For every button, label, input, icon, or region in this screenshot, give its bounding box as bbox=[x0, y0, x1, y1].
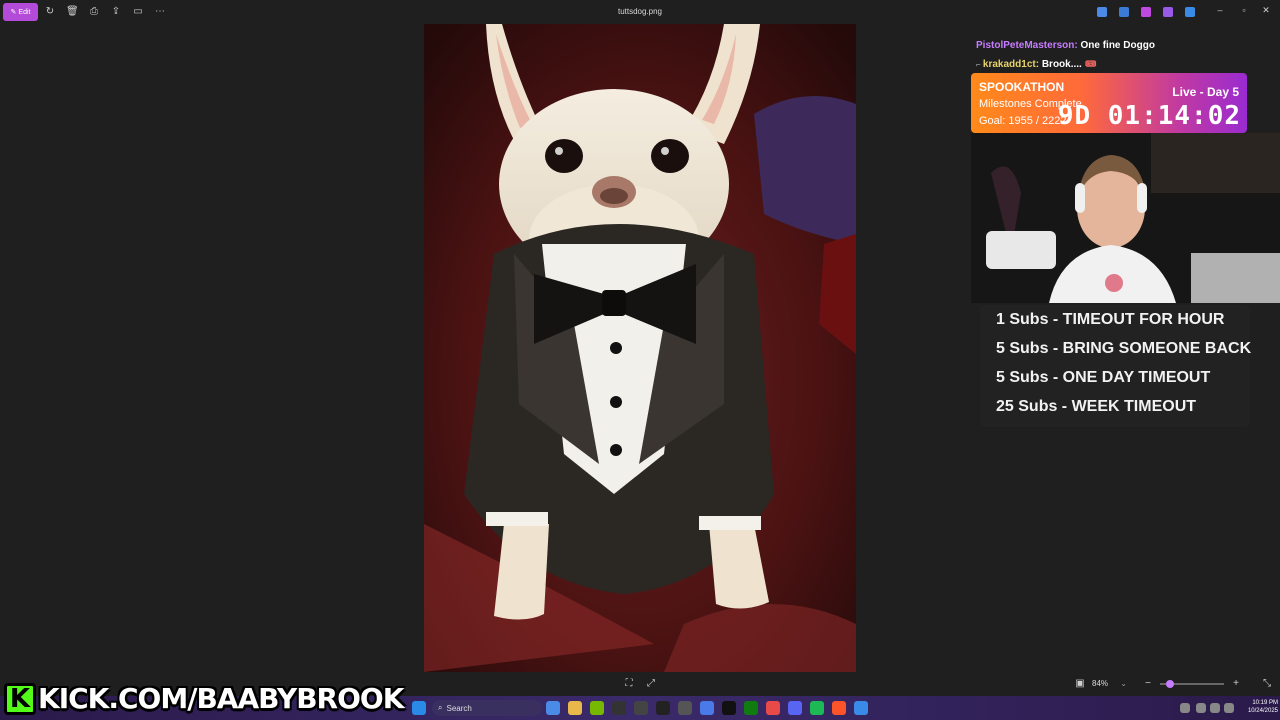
clipchamp-icon[interactable] bbox=[1163, 7, 1173, 17]
chat-username: krakadd1ct: bbox=[982, 59, 1040, 70]
banner-timer: 9D 01:14:02 bbox=[1057, 101, 1241, 131]
rotate-icon[interactable]: ↻ bbox=[44, 6, 56, 18]
banner-goal: Goal: 1955 / 2222 bbox=[979, 115, 1067, 127]
delete-icon[interactable]: 🗑 bbox=[66, 6, 79, 18]
epic-games-icon[interactable] bbox=[722, 701, 736, 715]
maximize-icon[interactable]: ▫ bbox=[1237, 5, 1251, 15]
webcam-feed bbox=[971, 133, 1280, 303]
share-icon[interactable]: ⇪ bbox=[110, 6, 122, 18]
edit-button[interactable]: ✎ Edit bbox=[3, 3, 38, 21]
edit-label: Edit bbox=[18, 8, 31, 16]
effects-icon[interactable] bbox=[1141, 7, 1151, 17]
steam-icon[interactable] bbox=[678, 701, 692, 715]
chat-text: Brook.... 🎟️ bbox=[1041, 59, 1098, 70]
obs-icon[interactable] bbox=[634, 701, 648, 715]
spookathon-banner: SPOOKATHON Milestones Complete Goal: 195… bbox=[971, 73, 1247, 133]
more-options-icon[interactable]: ⋯ bbox=[154, 6, 166, 18]
banner-live-day: Live - Day 5 bbox=[1172, 85, 1239, 99]
sub-goal-item: 25 Subs - WEEK TIMEOUT bbox=[996, 398, 1197, 415]
search-icon: ⌕ bbox=[438, 703, 443, 712]
search-placeholder: Search bbox=[446, 703, 472, 713]
zoom-level[interactable]: 84% ⌄ bbox=[1092, 679, 1132, 691]
sub-goal-item: 5 Subs - ONE DAY TIMEOUT bbox=[996, 369, 1211, 386]
brave-icon[interactable] bbox=[832, 701, 846, 715]
zoom-slider-handle[interactable] bbox=[1166, 680, 1174, 688]
zoom-out-icon[interactable]: − bbox=[1142, 678, 1154, 690]
minimize-icon[interactable]: – bbox=[1213, 5, 1227, 15]
spotify-icon[interactable] bbox=[810, 701, 824, 715]
zoom-in-icon[interactable]: + bbox=[1230, 678, 1242, 690]
volume-icon[interactable] bbox=[1224, 703, 1234, 713]
chat-username: PistolPeteMasterson: bbox=[976, 40, 1078, 51]
actual-size-icon[interactable]: ▣ bbox=[1074, 678, 1086, 690]
reply-icon: ⌐ bbox=[976, 60, 983, 69]
sub-goal-item: 1 Subs - TIMEOUT FOR HOUR bbox=[996, 311, 1225, 328]
sub-goals-panel: 1 Subs - TIMEOUT FOR HOUR 5 Subs - BRING… bbox=[980, 305, 1252, 427]
kick-channel-url: KICK.COM/BAABYBROOK bbox=[38, 682, 404, 715]
app-icon[interactable] bbox=[612, 701, 626, 715]
file-explorer-icon[interactable] bbox=[568, 701, 582, 715]
taskbar-search[interactable]: ⌕ Search bbox=[432, 700, 542, 716]
fit-to-window-icon[interactable]: ⛶ bbox=[623, 678, 635, 690]
banner-title: SPOOKATHON bbox=[979, 80, 1065, 94]
chat-text: One fine Doggo bbox=[1080, 40, 1155, 51]
expand-icon[interactable]: ⤡ bbox=[1261, 678, 1273, 690]
print-icon[interactable]: ⎙ bbox=[88, 6, 100, 18]
edit-image-icon[interactable] bbox=[1119, 7, 1129, 17]
close-icon[interactable]: ✕ bbox=[1259, 5, 1273, 16]
chrome-icon[interactable] bbox=[766, 701, 780, 715]
windows-start-icon[interactable] bbox=[412, 701, 426, 715]
sub-goal-item: 5 Subs - BRING SOMEONE BACK bbox=[996, 340, 1252, 357]
fullscreen-icon[interactable]: ⤢ bbox=[645, 678, 657, 690]
file-name: tuttsdog.png bbox=[617, 7, 663, 16]
chevron-down-icon: ⌄ bbox=[1120, 679, 1127, 688]
taskbar-clock[interactable]: 10:19 PM 10/24/2025 bbox=[1238, 699, 1278, 715]
dog-tuxedo-photo bbox=[424, 24, 856, 672]
kick-logo-icon: K bbox=[4, 683, 36, 715]
task-view-icon[interactable] bbox=[546, 701, 560, 715]
chat-message: PistolPeteMasterson: One fine Doggo bbox=[976, 40, 1155, 51]
zoom-value: 84% bbox=[1092, 679, 1109, 688]
clock-time: 10:19 PM bbox=[1252, 700, 1278, 706]
nvidia-icon[interactable] bbox=[590, 701, 604, 715]
chat-message: ⌐ krakadd1ct: Brook.... 🎟️ bbox=[976, 59, 1097, 70]
edit-icon: ✎ bbox=[10, 9, 17, 16]
app-icon[interactable] bbox=[656, 701, 670, 715]
photos-app-window: ✎ Edit ↻ 🗑 ⎙ ⇪ ▭ ⋯ tuttsdog.png – ▫ ✕ Pi… bbox=[0, 0, 1280, 720]
network-icon[interactable] bbox=[1210, 703, 1220, 713]
top-toolbar: ✎ Edit ↻ 🗑 ⎙ ⇪ ▭ ⋯ tuttsdog.png – ▫ ✕ bbox=[0, 0, 1280, 24]
onedrive-icon[interactable] bbox=[1185, 7, 1195, 17]
app-icon[interactable] bbox=[700, 701, 714, 715]
discord-icon[interactable] bbox=[788, 701, 802, 715]
system-tray-icon[interactable] bbox=[1180, 703, 1190, 713]
photos-icon[interactable] bbox=[854, 701, 868, 715]
slideshow-icon[interactable]: ▭ bbox=[132, 6, 144, 18]
copilot-icon[interactable] bbox=[1097, 7, 1107, 17]
clock-date: 10/24/2025 bbox=[1247, 708, 1278, 714]
microphone-icon[interactable] bbox=[1196, 703, 1206, 713]
xbox-icon[interactable] bbox=[744, 701, 758, 715]
